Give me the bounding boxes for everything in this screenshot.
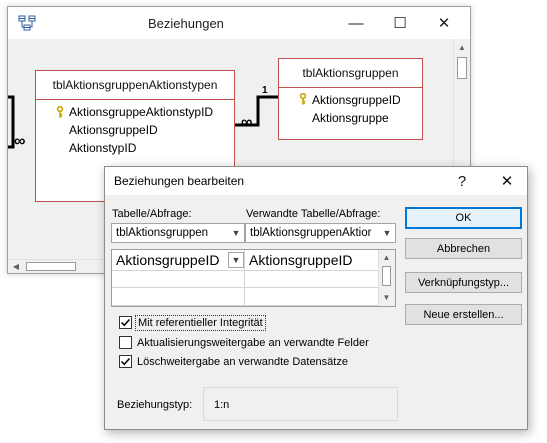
table-field[interactable]: Aktionsgruppe: [312, 111, 389, 125]
chevron-down-icon[interactable]: ▼: [379, 224, 395, 242]
minimize-button[interactable]: —: [334, 7, 378, 39]
one-side-label: 1: [262, 85, 268, 96]
table-title[interactable]: tblAktionsgruppen: [279, 59, 422, 88]
scroll-down-icon[interactable]: ▼: [379, 290, 394, 304]
scrollbar-thumb[interactable]: [382, 266, 391, 286]
help-button[interactable]: ?: [442, 167, 482, 195]
cascade-delete-checkbox[interactable]: Löschweitergabe an verwandte Datensätze: [119, 355, 348, 368]
checkbox-label: Mit referentieller Integrität: [135, 314, 266, 331]
join-type-button[interactable]: Verknüpfungstyp...: [405, 272, 522, 293]
grid-cell-right[interactable]: AktionsgruppeID: [245, 250, 381, 271]
chevron-down-icon[interactable]: ▼: [228, 252, 244, 268]
relationships-icon: [18, 15, 36, 31]
grid-cell-right[interactable]: [245, 271, 381, 288]
table-title[interactable]: tblAktionsgruppenAktionstypen: [36, 71, 234, 100]
scroll-up-icon[interactable]: ▲: [454, 39, 470, 55]
table-query-select[interactable]: tblAktionsgruppen ▼: [111, 223, 245, 243]
grid-cell-left[interactable]: [112, 288, 245, 306]
primary-key-icon: [56, 106, 64, 118]
table-query-label: Tabelle/Abfrage:: [112, 208, 192, 220]
create-new-button[interactable]: Neue erstellen...: [405, 304, 522, 325]
scrollbar-thumb[interactable]: [457, 57, 467, 79]
checkbox-box[interactable]: [119, 316, 132, 329]
many-side-label: ∞: [241, 114, 253, 131]
field-mapping-grid[interactable]: AktionsgruppeID ▼ AktionsgruppeID ▲ ▼: [111, 249, 396, 307]
relationship-type-label: Beziehungstyp:: [117, 399, 193, 411]
table-field[interactable]: AktionsgruppeID: [312, 93, 401, 107]
relationship-type-value: 1:n: [214, 399, 230, 411]
related-table-value: tblAktionsgruppenAktior: [250, 227, 372, 239]
grid-cell-text: AktionsgruppeID: [116, 252, 220, 268]
ok-button[interactable]: OK: [405, 207, 522, 229]
chevron-down-icon[interactable]: ▼: [228, 224, 244, 242]
referential-integrity-checkbox[interactable]: Mit referentieller Integrität: [119, 314, 266, 331]
table-field[interactable]: AktionsgruppeID: [69, 123, 158, 137]
table-field[interactable]: AktionsgruppeAktionstypID: [69, 105, 213, 119]
relationships-titlebar[interactable]: Beziehungen — ☐ ✕: [8, 7, 470, 39]
relationship-type-box: 1:n: [203, 387, 398, 421]
checkbox-box[interactable]: [119, 355, 132, 368]
checkbox-label: Aktualisierungsweitergabe an verwandte F…: [137, 336, 369, 349]
table-query-value: tblAktionsgruppen: [116, 227, 209, 239]
grid-scrollbar[interactable]: ▲ ▼: [378, 250, 395, 306]
cascade-update-checkbox[interactable]: Aktualisierungsweitergabe an verwandte F…: [119, 336, 369, 349]
scroll-left-icon[interactable]: ◀: [8, 260, 24, 273]
related-table-label: Verwandte Tabelle/Abfrage:: [246, 208, 381, 220]
check-icon: [120, 318, 131, 327]
grid-cell-left[interactable]: AktionsgruppeID: [112, 250, 245, 271]
checkbox-label: Löschweitergabe an verwandte Datensätze: [137, 355, 348, 368]
dialog-title: Beziehungen bearbeiten: [114, 174, 245, 188]
window-title: Beziehungen: [148, 16, 224, 31]
edit-relationships-dialog: Beziehungen bearbeiten ? ✕ Tabelle/Abfra…: [104, 166, 528, 430]
primary-key-icon: [299, 93, 307, 105]
dialog-titlebar[interactable]: Beziehungen bearbeiten ? ✕: [105, 167, 527, 195]
grid-cell-left[interactable]: [112, 271, 245, 288]
related-table-select[interactable]: tblAktionsgruppenAktior ▼: [245, 223, 396, 243]
dialog-close-button[interactable]: ✕: [487, 167, 527, 195]
table-tblAktionsgruppen[interactable]: tblAktionsgruppen AktionsgruppeID Aktion…: [278, 58, 423, 140]
scroll-up-icon[interactable]: ▲: [379, 250, 394, 264]
maximize-button[interactable]: ☐: [378, 7, 422, 39]
check-icon: [120, 357, 131, 366]
grid-cell-right[interactable]: [245, 288, 381, 306]
grid-cell-text: AktionsgruppeID: [249, 252, 353, 268]
many-side-label: ∞: [14, 133, 26, 150]
checkbox-box[interactable]: [119, 336, 132, 349]
table-field[interactable]: AktionstypID: [69, 141, 136, 155]
close-button[interactable]: ✕: [422, 7, 466, 39]
scrollbar-thumb[interactable]: [26, 262, 76, 271]
cancel-button[interactable]: Abbrechen: [405, 238, 522, 259]
